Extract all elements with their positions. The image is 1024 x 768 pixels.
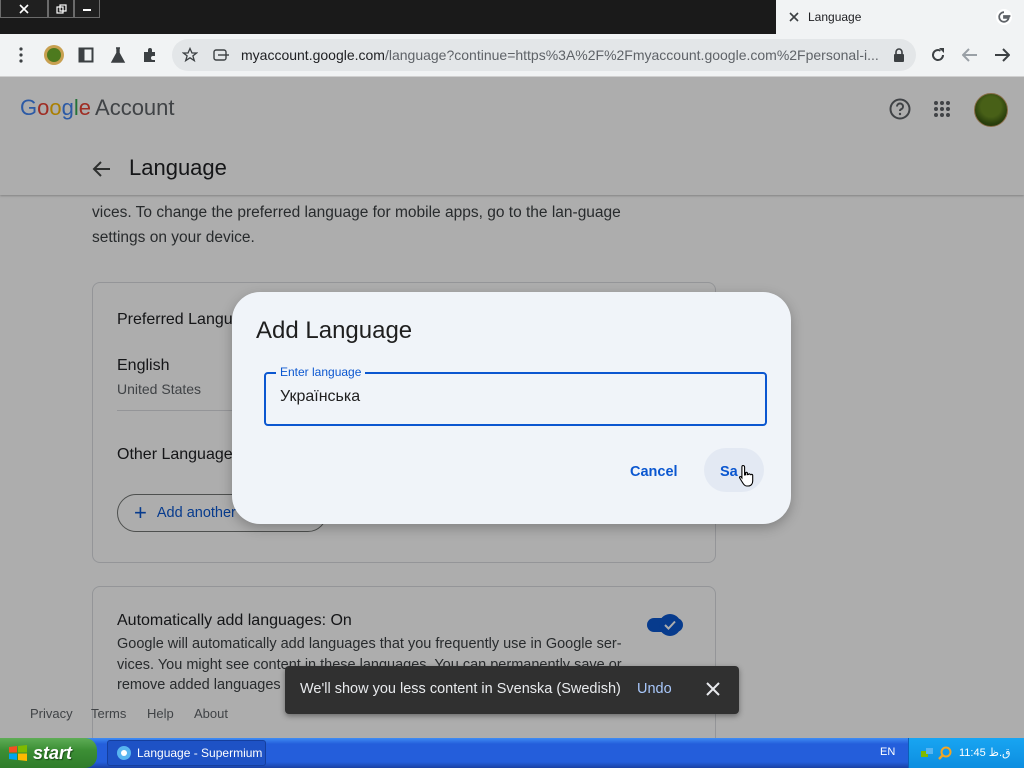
minimize-icon	[83, 8, 91, 11]
url-host: myaccount.google.com	[241, 47, 385, 63]
snackbar: We'll show you less content in Svenska (…	[285, 666, 739, 714]
bookmark-star-icon[interactable]	[178, 43, 202, 67]
taskbar-item-label: Language - Supermium	[137, 746, 263, 760]
window-controls	[0, 0, 100, 18]
address-bar[interactable]: myaccount.google.com/language?continue=h…	[172, 39, 916, 71]
browser-toolbar: myaccount.google.com/language?continue=h…	[0, 34, 1024, 77]
snackbar-message: We'll show you less content in Svenska (…	[300, 681, 621, 697]
window-close-button[interactable]	[0, 0, 48, 18]
tab-language[interactable]: Language	[776, 0, 1024, 34]
system-tray: 11:45 ق.ظ	[908, 738, 1024, 768]
network-icon[interactable]	[919, 745, 935, 761]
site-settings-icon[interactable]	[210, 43, 234, 67]
cancel-button[interactable]: Cancel	[630, 464, 678, 480]
search-icon[interactable]	[937, 745, 953, 761]
tab-title: Language	[808, 10, 862, 24]
input-language-indicator[interactable]: EN	[880, 746, 895, 758]
back-arrow-icon[interactable]	[958, 43, 982, 67]
dialog-title: Add Language	[256, 317, 413, 344]
taskbar-item-supermium[interactable]: Language - Supermium	[107, 740, 266, 766]
add-language-dialog: Add Language Enter language Cancel Sa	[232, 292, 791, 524]
tab-strip: Language	[0, 0, 1024, 34]
start-label: start	[33, 742, 73, 763]
google-g-icon	[996, 9, 1012, 25]
url-text[interactable]: myaccount.google.com/language?continue=h…	[241, 47, 883, 63]
lock-icon[interactable]	[887, 43, 911, 67]
side-panel-icon[interactable]	[74, 43, 98, 67]
snackbar-undo-button[interactable]: Undo	[637, 681, 672, 697]
profile-avatar-icon[interactable]	[42, 43, 66, 67]
taskbar: start Language - Supermium EN 11:45 ق.ظ	[0, 738, 1024, 768]
save-button[interactable]: Sa	[720, 464, 738, 480]
google-account-page: vices. To change the preferred language …	[0, 77, 1024, 738]
labs-flask-icon[interactable]	[106, 43, 130, 67]
forward-arrow-icon[interactable]	[990, 43, 1014, 67]
language-field[interactable]: Enter language	[264, 365, 767, 426]
close-icon[interactable]	[703, 679, 723, 699]
reload-icon[interactable]	[926, 43, 950, 67]
window-restore-button[interactable]	[48, 0, 74, 18]
kebab-menu-icon[interactable]	[9, 43, 33, 67]
hand-cursor-icon	[739, 464, 754, 487]
start-button[interactable]: start	[0, 738, 97, 768]
restore-icon	[55, 3, 67, 14]
browser-icon	[117, 746, 131, 760]
tab-close-icon[interactable]	[786, 9, 802, 25]
close-icon	[19, 3, 29, 14]
url-path: /language?continue=https%3A%2F%2Fmyaccou…	[384, 47, 879, 63]
language-input[interactable]	[280, 388, 750, 406]
language-field-label: Enter language	[276, 365, 366, 379]
clock: 11:45 ق.ظ	[959, 747, 1011, 759]
windows-flag-icon	[9, 745, 27, 761]
extensions-icon[interactable]	[138, 43, 162, 67]
window-minimize-button[interactable]	[74, 0, 100, 18]
